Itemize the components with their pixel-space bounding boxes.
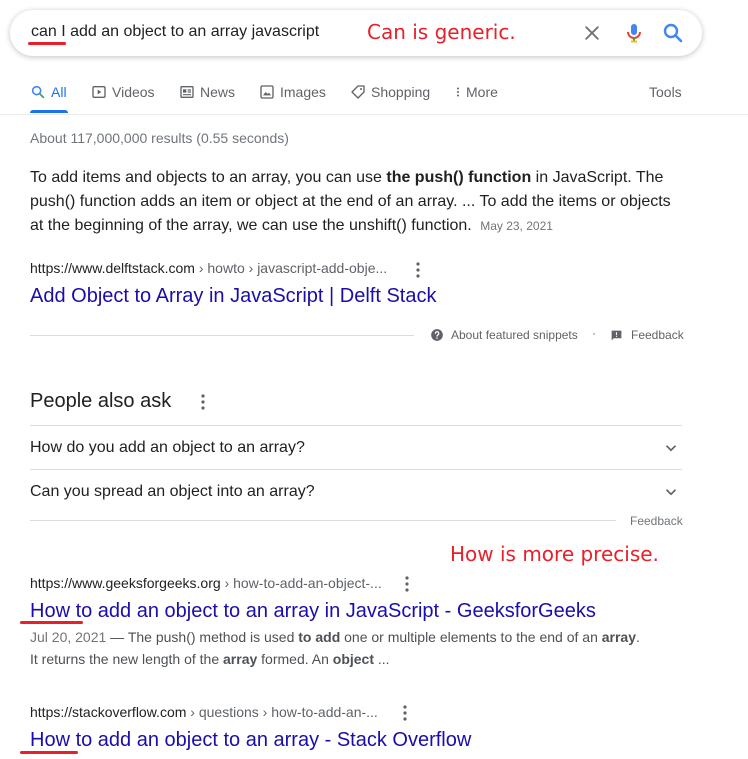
tab-news[interactable]: News <box>179 84 235 100</box>
tab-label: More <box>466 84 498 100</box>
tag-icon <box>351 85 365 99</box>
result-link-geeksforgeeks[interactable]: How to add an object to an array in Java… <box>30 600 596 623</box>
cite-path: › how-to-add-an-object-... <box>220 575 382 591</box>
tab-videos[interactable]: Videos <box>91 84 155 100</box>
result-stats: About 117,000,000 results (0.55 seconds) <box>30 130 289 146</box>
paa-divider <box>30 520 616 521</box>
tab-label: Images <box>280 84 326 100</box>
search-icon[interactable] <box>661 21 685 45</box>
result-snippet: Jul 20, 2021 — The push() method is used… <box>30 626 690 670</box>
tabs-divider <box>0 114 748 115</box>
annotation-can-generic: Can is generic. <box>367 20 516 44</box>
search-tabs: All Videos News Images Shopping More Too… <box>0 78 748 114</box>
snippet-date: May 23, 2021 <box>480 219 553 233</box>
tab-label: All <box>51 84 67 100</box>
tab-label: News <box>200 84 236 100</box>
snippet-text-part: To add items and objects to an array, yo… <box>30 169 387 186</box>
snippet-text-part: The push() method is used <box>127 629 299 645</box>
paa-question-text: Can you spread an object into an array? <box>30 483 315 500</box>
about-featured-snippets[interactable]: About featured snippets <box>430 328 578 342</box>
snippet-bold-text: array <box>223 651 258 667</box>
more-options-icon[interactable] <box>411 261 425 279</box>
search-bar[interactable]: can I add an object to an array javascri… <box>10 10 702 56</box>
paa-question-text: How do you add an object to an array? <box>30 439 305 456</box>
more-options-icon[interactable] <box>400 575 414 593</box>
snippet-bold-text: the push() function <box>386 169 532 186</box>
tab-label: Shopping <box>371 84 431 100</box>
result-cite[interactable]: https://www.geeksforgeeks.org › how-to-a… <box>30 575 382 591</box>
snippet-text-part: ... <box>374 651 390 667</box>
snippet-bold-text: array <box>601 629 637 645</box>
snippet-text-part: It returns the new length of the <box>30 651 224 667</box>
more-options-icon[interactable] <box>196 393 210 411</box>
tab-shopping[interactable]: Shopping <box>350 84 430 100</box>
news-icon <box>180 86 194 98</box>
snippet-bold-text: to add <box>298 629 341 645</box>
about-label: About featured snippets <box>451 328 578 342</box>
image-icon <box>260 85 274 99</box>
cite-domain: https://stackoverflow.com <box>30 704 187 720</box>
mic-icon[interactable] <box>622 21 646 45</box>
tab-all[interactable]: All <box>30 84 67 100</box>
video-icon <box>92 86 106 98</box>
search-input[interactable]: can I add an object to an array javascri… <box>31 23 319 41</box>
more-vert-icon <box>457 87 459 97</box>
snippet-text-part: formed. An <box>257 651 333 667</box>
featured-result-link[interactable]: Add Object to Array in JavaScript | Delf… <box>30 285 436 308</box>
snippet-text-part: — <box>106 629 128 645</box>
snippet-text-part: . <box>636 629 640 645</box>
close-icon[interactable] <box>582 23 602 43</box>
search-icon <box>31 85 45 99</box>
tab-images[interactable]: Images <box>259 84 326 100</box>
result-cite[interactable]: https://stackoverflow.com › questions › … <box>30 704 378 720</box>
paa-feedback-link[interactable]: Feedback <box>630 514 683 528</box>
tools-button[interactable]: Tools <box>649 84 682 100</box>
annotation-underline-can <box>28 42 66 45</box>
annotation-underline-how <box>20 621 83 624</box>
cite-domain: https://www.geeksforgeeks.org <box>30 575 221 591</box>
annotation-underline-how <box>20 751 78 754</box>
snippet-divider <box>30 335 414 336</box>
help-icon <box>431 329 443 341</box>
annotation-how-precise: How is more precise. <box>450 542 659 566</box>
chevron-down-icon <box>665 489 677 496</box>
tab-label: Videos <box>112 84 155 100</box>
tools-label: Tools <box>649 84 682 100</box>
cite-path: › howto › javascript-add-obje... <box>194 260 388 276</box>
separator-dot: · <box>592 326 596 340</box>
featured-cite[interactable]: https://www.delftstack.com › howto › jav… <box>30 260 387 276</box>
more-options-icon[interactable] <box>398 704 412 722</box>
cite-domain: https://www.delftstack.com <box>30 260 195 276</box>
feedback-button[interactable]: Feedback <box>610 328 684 342</box>
tab-more[interactable]: More <box>452 84 498 100</box>
featured-snippet-text: To add items and objects to an array, yo… <box>30 166 680 238</box>
result-link-stackoverflow[interactable]: How to add an object to an array - Stack… <box>30 729 471 752</box>
result-date: Jul 20, 2021 <box>30 629 107 645</box>
chevron-down-icon <box>665 445 677 452</box>
snippet-text-part: one or multiple elements to the end of a… <box>340 629 602 645</box>
active-tab-indicator <box>30 110 68 113</box>
cite-path: › questions › how-to-add-an-... <box>186 704 378 720</box>
feedback-icon <box>611 330 622 340</box>
snippet-bold-text: object <box>332 651 374 667</box>
feedback-label: Feedback <box>631 328 684 342</box>
paa-question[interactable]: Can you spread an object into an array? <box>30 469 682 513</box>
people-also-ask-title: People also ask <box>30 390 172 412</box>
paa-question[interactable]: How do you add an object to an array? <box>30 425 682 469</box>
